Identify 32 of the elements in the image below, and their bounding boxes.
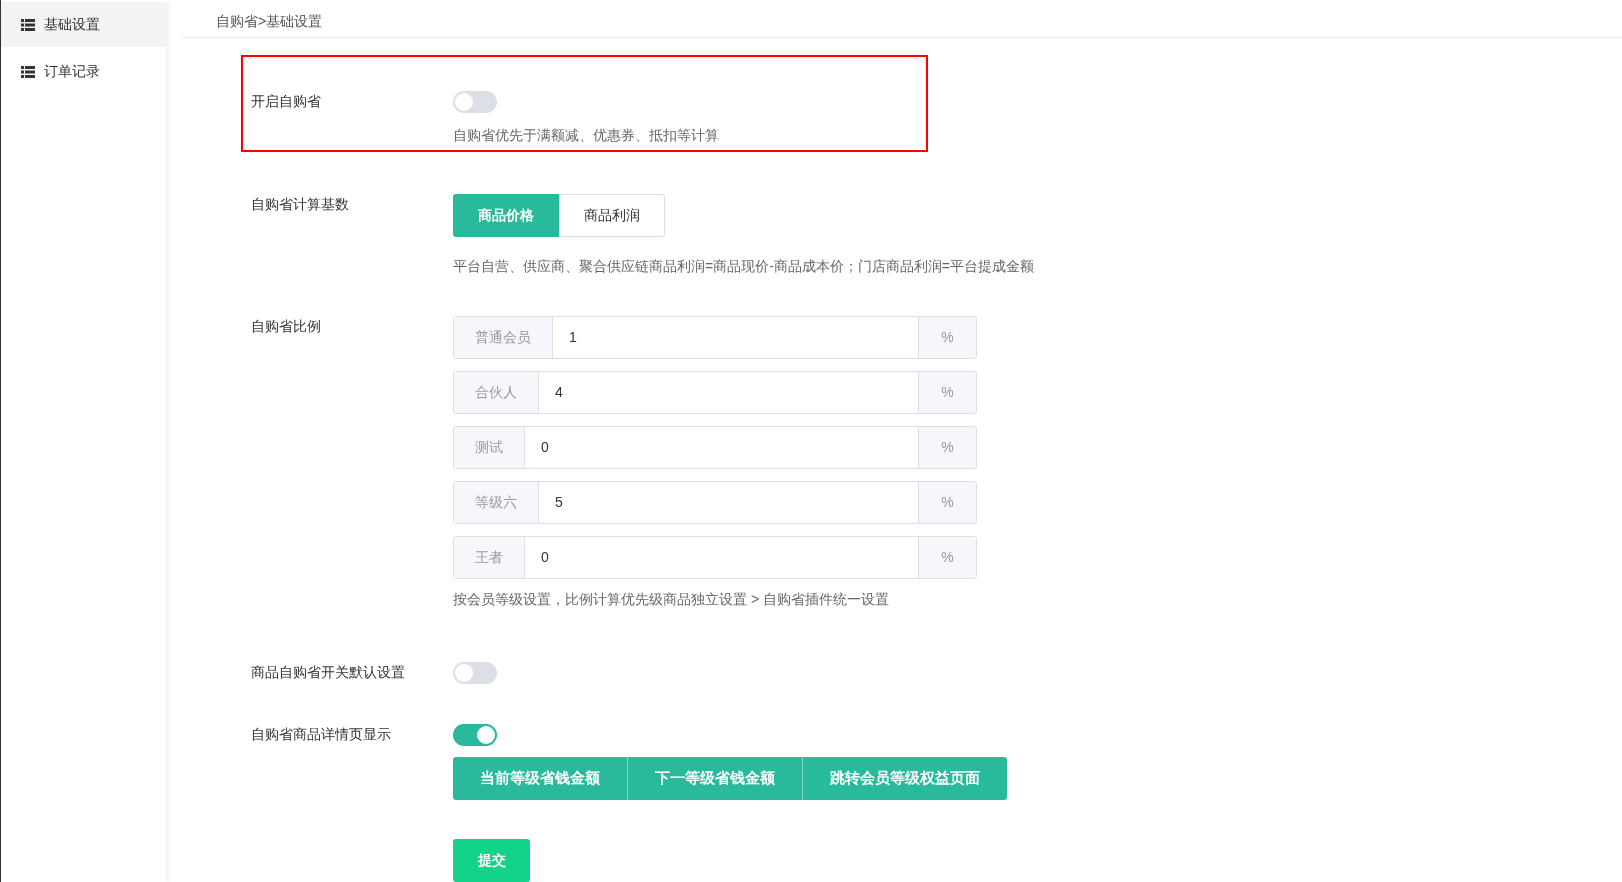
unit-label: % — [918, 372, 976, 413]
unit-label: % — [918, 537, 976, 578]
ratio-field[interactable]: 测试 0 % — [453, 426, 977, 469]
level-label: 合伙人 — [454, 372, 539, 413]
field-label: 自购省商品详情页显示 — [251, 725, 392, 744]
field-label: 商品自购省开关默认设置 — [251, 663, 406, 682]
ratio-field[interactable]: 合伙人 4 % — [453, 371, 977, 414]
hint-text: 按会员等级设置，比例计算优先级商品独立设置 > 自购省插件统一设置 — [453, 590, 890, 609]
unit-label: % — [918, 427, 976, 468]
hint-text: 平台自营、供应商、聚合供应链商品利润=商品现价-商品成本价；门店商品利润=平台提成金额 — [453, 257, 1034, 276]
toggle-switch[interactable] — [453, 724, 497, 746]
ratio-field[interactable]: 普通会员 1 % — [453, 316, 977, 359]
field-label: 自购省计算基数 — [251, 195, 350, 214]
list-icon — [21, 18, 35, 31]
level-label: 普通会员 — [454, 317, 553, 358]
ratio-field[interactable]: 王者 0 % — [453, 536, 977, 579]
toggle-switch[interactable] — [453, 91, 497, 113]
field-label: 开启自购省 — [251, 92, 322, 111]
unit-label: % — [918, 482, 976, 523]
list-icon — [21, 65, 35, 78]
option-tab[interactable]: 商品利润 — [559, 194, 665, 237]
level-label: 等级六 — [454, 482, 539, 523]
hint-text: 自购省优先于满额减、优惠券、抵扣等计算 — [453, 126, 719, 145]
sidebar-item[interactable]: 订单记录 — [1, 49, 166, 94]
level-label: 测试 — [454, 427, 525, 468]
field-label: 自购省比例 — [251, 317, 322, 336]
ratio-field[interactable]: 等级六 5 % — [453, 481, 977, 524]
breadcrumb: 自购省>基础设置 — [216, 12, 323, 31]
unit-label: % — [918, 317, 976, 358]
sidebar-item[interactable]: 基础设置 — [1, 2, 166, 47]
toggle-switch[interactable] — [453, 662, 497, 684]
level-label: 王者 — [454, 537, 525, 578]
